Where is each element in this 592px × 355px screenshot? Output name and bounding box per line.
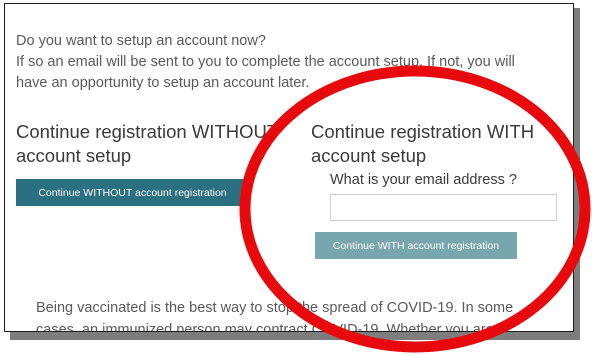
continue-with-account-button[interactable]: Continue WITH account registration: [315, 232, 517, 259]
continue-without-account-button[interactable]: Continue WITHOUT account registration: [16, 179, 249, 206]
intro-text: Do you want to setup an account now? If …: [16, 31, 572, 94]
screenshot-stage: Do you want to setup an account now? If …: [0, 0, 592, 355]
vaccination-info-text: Being vaccinated is the best way to stop…: [36, 297, 573, 332]
email-label: What is your email address ?: [330, 172, 517, 188]
info-line: cases, an immunized person may contract …: [36, 322, 494, 332]
info-line: Being vaccinated is the best way to stop…: [36, 300, 514, 316]
intro-line: If so an email will be sent to you to co…: [16, 54, 515, 70]
email-input[interactable]: [330, 194, 557, 221]
with-account-heading: Continue registration WITH account setup: [311, 121, 535, 166]
intro-question: Do you want to setup an account now?: [16, 33, 266, 49]
without-account-heading: Continue registration WITHOUT account se…: [16, 121, 278, 166]
registration-panel: Do you want to setup an account now? If …: [4, 3, 574, 332]
intro-line: have an opportunity to setup an account …: [16, 75, 310, 91]
